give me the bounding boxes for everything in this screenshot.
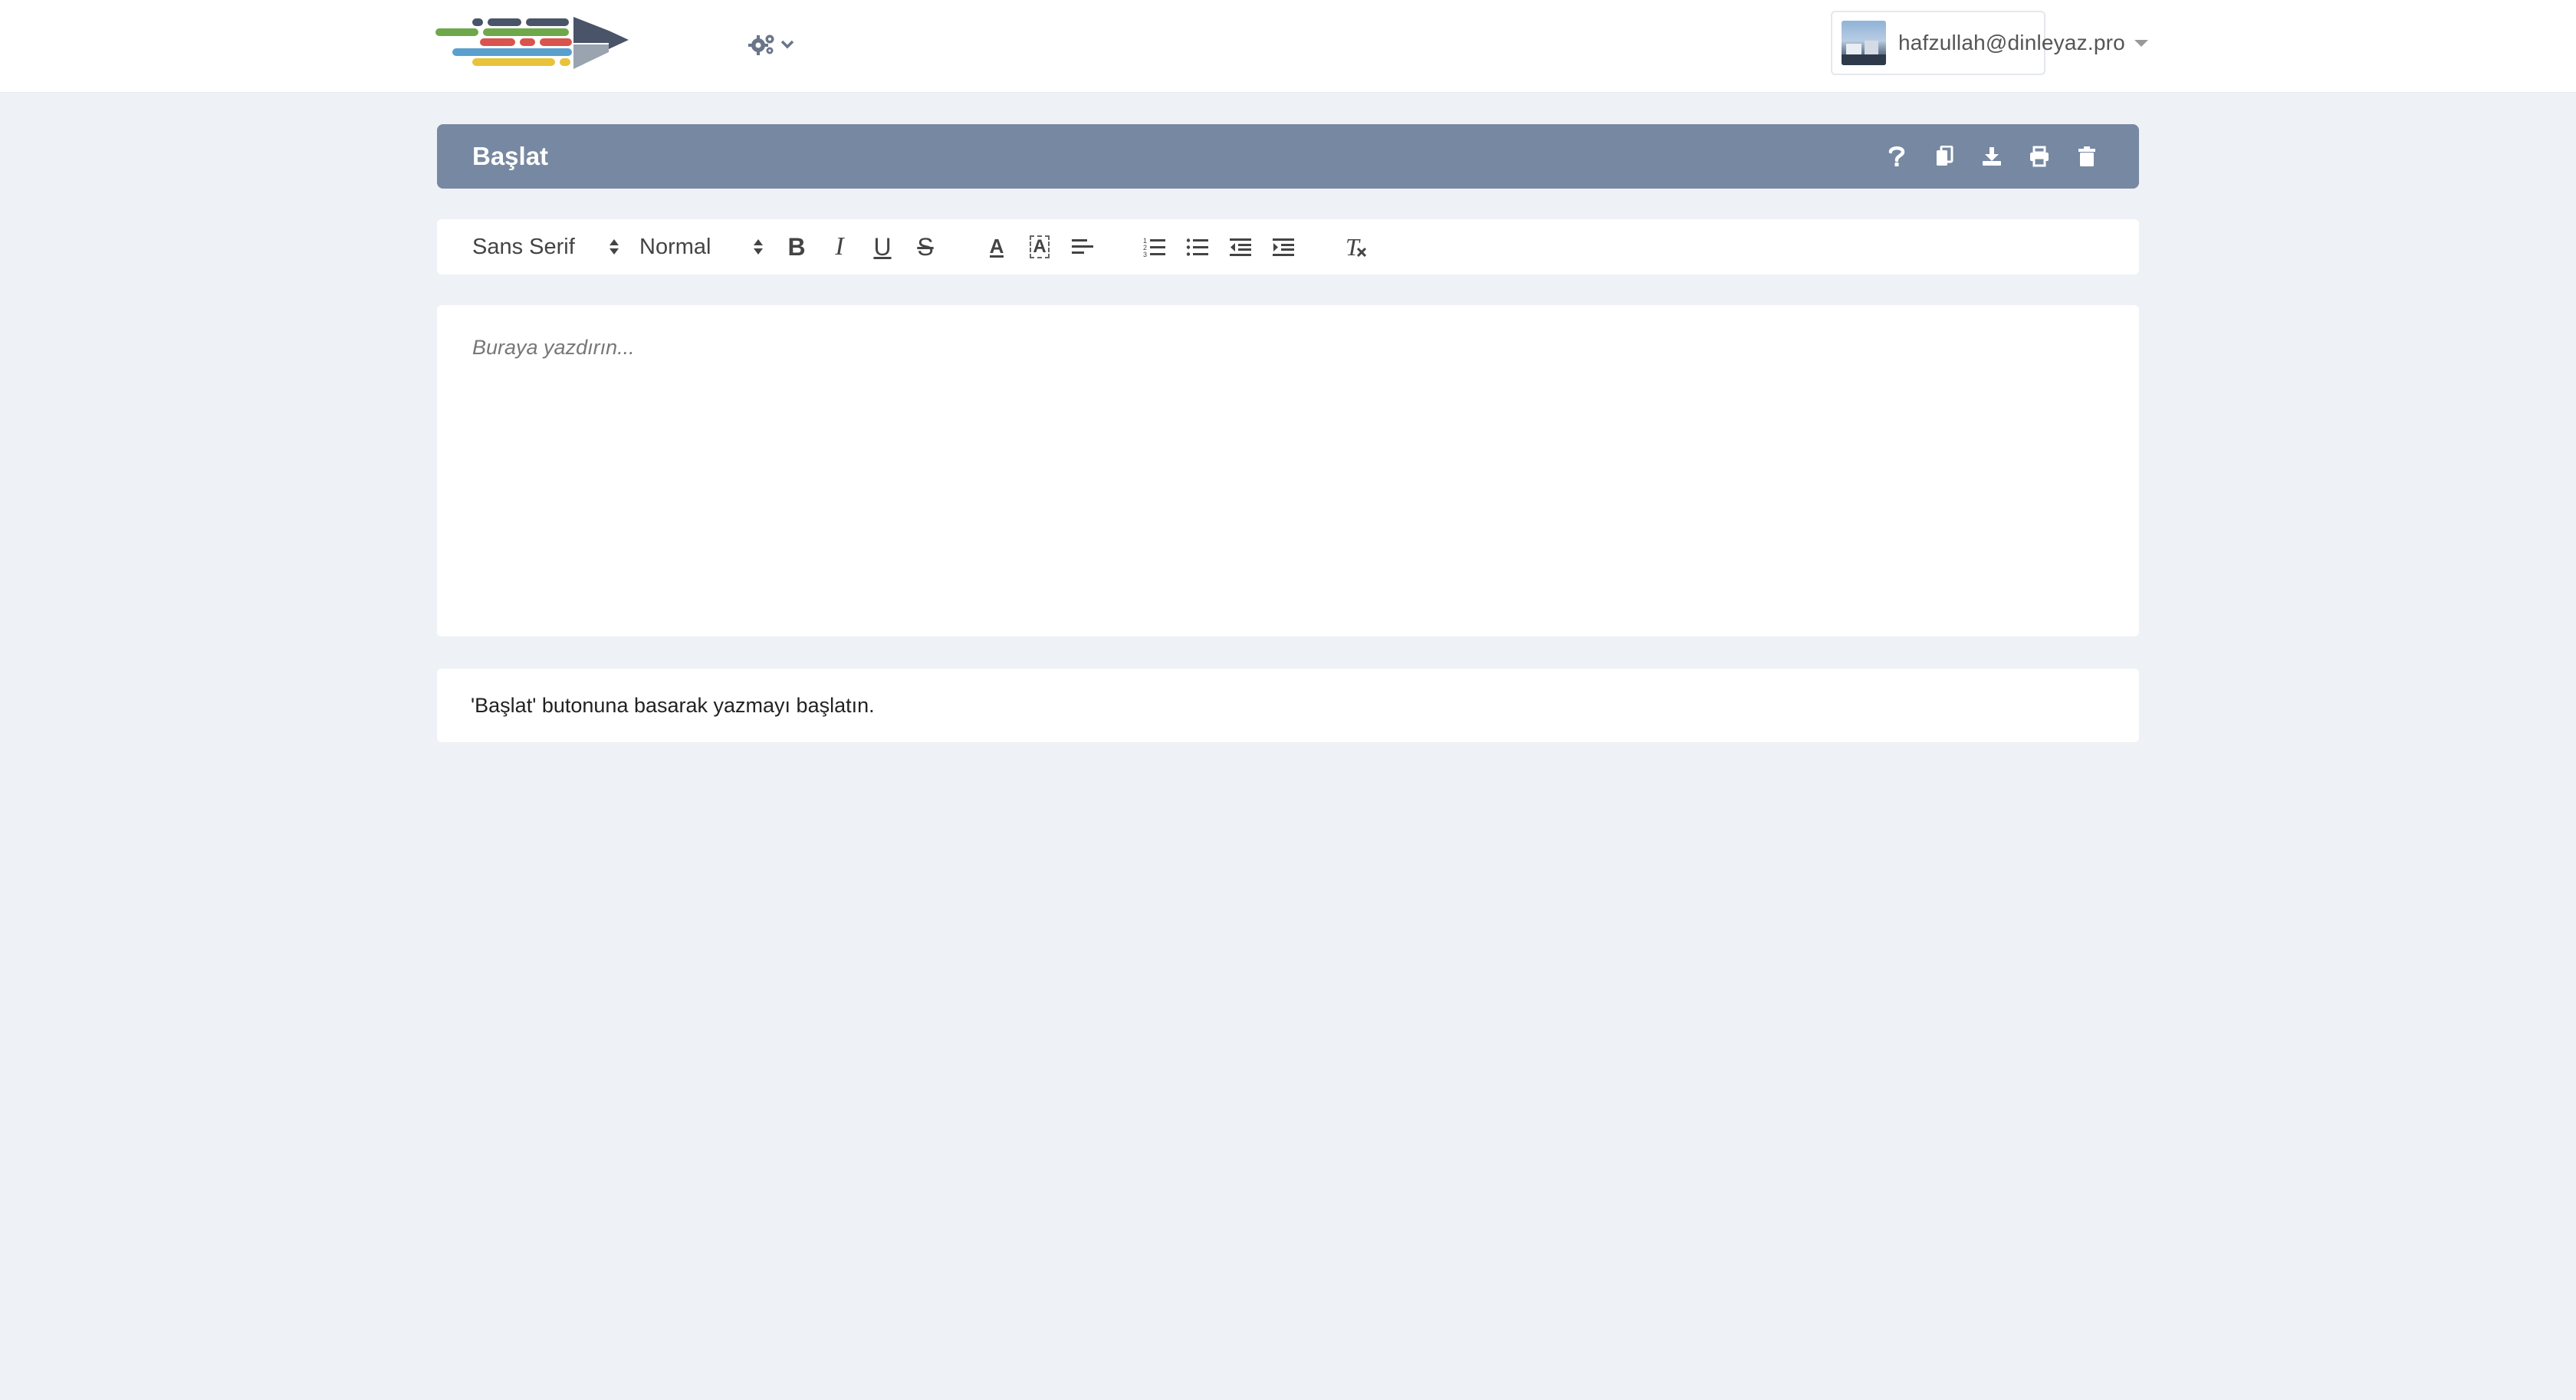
underline-button[interactable]: U xyxy=(866,230,899,264)
background-color-icon: A xyxy=(1030,235,1050,258)
ordered-list-icon: 1 2 3 xyxy=(1143,237,1165,258)
start-panel-header: Başlat xyxy=(437,124,2139,189)
align-button[interactable] xyxy=(1066,230,1099,264)
copy-button[interactable] xyxy=(1930,143,1958,170)
font-size-picker[interactable]: Normal xyxy=(639,219,770,274)
status-panel: 'Başlat' butonuna basarak yazmayı başlat… xyxy=(437,669,2139,742)
text-color-icon: A xyxy=(989,234,1004,258)
italic-icon: I xyxy=(835,232,844,261)
strikethrough-button[interactable]: S xyxy=(909,230,942,264)
user-menu[interactable]: hafzullah@dinleyaz.pro xyxy=(1831,11,2148,75)
underline-icon: U xyxy=(873,232,892,261)
app-logo[interactable] xyxy=(435,15,629,77)
bold-button[interactable]: B xyxy=(780,230,813,264)
editor-panel xyxy=(437,305,2139,636)
outdent-icon xyxy=(1230,238,1251,256)
ordered-list-button[interactable]: 1 2 3 xyxy=(1138,230,1171,264)
bold-icon: B xyxy=(787,232,806,261)
picker-arrows-icon xyxy=(754,239,763,255)
chevron-down-icon xyxy=(780,40,794,49)
italic-button[interactable]: I xyxy=(823,230,856,264)
download-button[interactable] xyxy=(1978,143,2006,170)
status-message: 'Başlat' butonuna basarak yazmayı başlat… xyxy=(471,694,875,717)
caret-down-icon xyxy=(2134,39,2148,47)
bullet-list-button[interactable] xyxy=(1181,230,1214,264)
text-color-button[interactable]: A xyxy=(980,230,1014,264)
top-navbar: hafzullah@dinleyaz.pro xyxy=(0,0,2576,93)
align-left-icon xyxy=(1072,239,1093,254)
clear-format-button[interactable]: T xyxy=(1339,230,1372,264)
header-actions xyxy=(1883,124,2101,189)
indent-button[interactable] xyxy=(1267,230,1300,264)
svg-text:3: 3 xyxy=(1143,251,1147,258)
font-family-picker[interactable]: Sans Serif xyxy=(472,219,619,274)
outdent-button[interactable] xyxy=(1224,230,1257,264)
user-email: hafzullah@dinleyaz.pro xyxy=(1898,31,2125,54)
background-color-button[interactable]: A xyxy=(1023,230,1056,264)
editor-textarea[interactable] xyxy=(472,336,2104,613)
clear-format-icon: T xyxy=(1344,233,1367,261)
indent-icon xyxy=(1273,238,1294,256)
print-button[interactable] xyxy=(2026,143,2053,170)
picker-arrows-icon xyxy=(610,239,619,255)
copy-icon xyxy=(1937,146,1953,166)
font-family-label: Sans Serif xyxy=(472,234,575,259)
editor-toolbar: Sans Serif Normal B I U S A A 1 2 3 T xyxy=(437,219,2139,274)
trash-icon xyxy=(2078,146,2095,166)
gears-icon xyxy=(748,35,774,55)
font-size-label: Normal xyxy=(639,234,711,259)
bullet-list-icon xyxy=(1186,238,1208,256)
page-title: Başlat xyxy=(472,142,549,170)
print-icon xyxy=(2030,146,2049,167)
download-icon xyxy=(1983,147,2001,166)
help-button[interactable] xyxy=(1883,143,1911,170)
strikethrough-icon: S xyxy=(917,232,934,261)
settings-dropdown[interactable] xyxy=(748,29,794,60)
delete-button[interactable] xyxy=(2073,143,2101,170)
avatar xyxy=(1842,21,1886,65)
help-icon xyxy=(1888,146,1905,166)
